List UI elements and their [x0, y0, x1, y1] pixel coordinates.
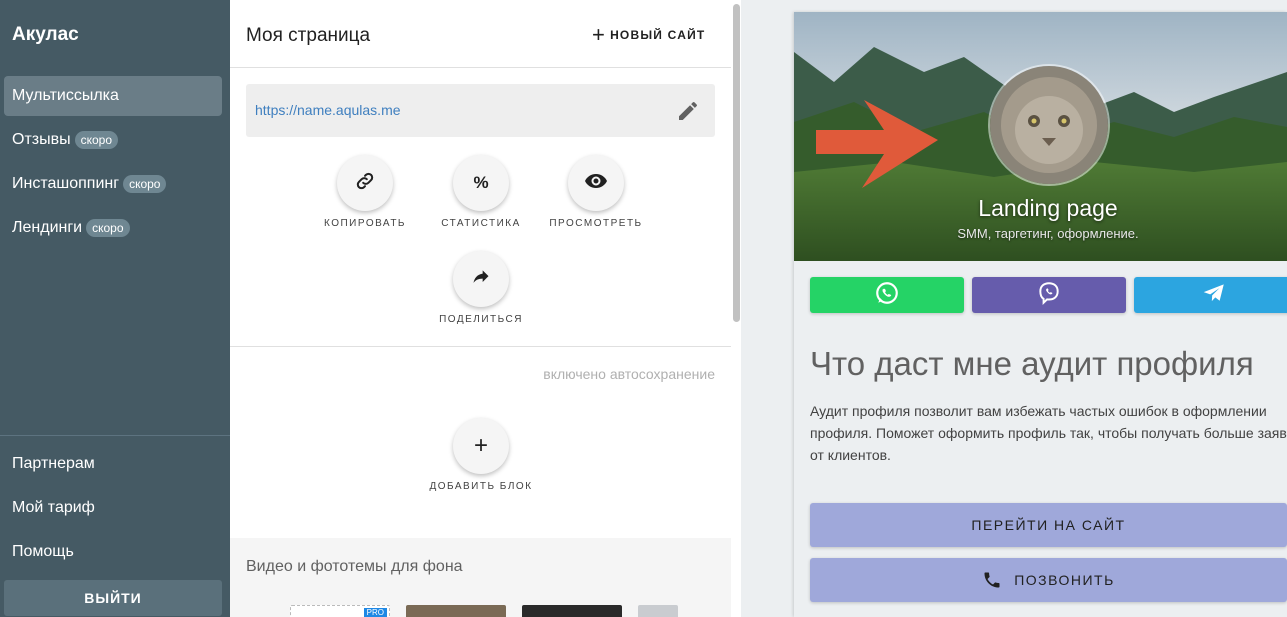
go-to-site-button[interactable]: ПЕРЕЙТИ НА САЙТ: [810, 503, 1287, 547]
section-description: Аудит профиля позволит вам избежать част…: [810, 403, 1287, 463]
sidebar-divider: [0, 435, 230, 436]
hero-subtitle: SMM, таргетинг, оформление.: [957, 226, 1139, 241]
add-block-action[interactable]: + ДОБАВИТЬ БЛОК: [426, 418, 536, 492]
share-icon: [471, 267, 491, 292]
sidebar-item-label: Инсташоппинг: [12, 175, 120, 192]
sidebar-item-label: Отзывы: [12, 131, 71, 148]
section-heading: Что даст мне аудит профиля: [810, 345, 1254, 382]
percent-icon: %: [473, 173, 489, 192]
share-label: ПОДЕЛИТЬСЯ: [439, 314, 523, 325]
soon-badge: скоро: [123, 175, 167, 193]
viber-icon: [1036, 280, 1062, 311]
new-site-label: НОВЫЙ САЙТ: [610, 28, 706, 42]
copy-button[interactable]: [337, 155, 393, 211]
link-icon: [354, 170, 376, 197]
backgrounds-title: Видео и фототемы для фона: [246, 558, 463, 575]
hero-title: Landing page: [978, 195, 1118, 221]
call-label: ПОЗВОНИТЬ: [1014, 572, 1115, 588]
view-label: ПРОСМОТРЕТЬ: [549, 218, 643, 229]
sidebar-item-label: Партнерам: [12, 455, 95, 472]
share-action[interactable]: ПОДЕЛИТЬСЯ: [426, 251, 536, 325]
stats-button[interactable]: %: [453, 155, 509, 211]
share-button[interactable]: [453, 251, 509, 307]
sidebar-item-partners[interactable]: Партнерам: [4, 444, 222, 484]
telegram-button[interactable]: [1134, 277, 1287, 313]
sidebar-item-label: Помощь: [12, 543, 74, 560]
sidebar-item-label: Мультиссылка: [12, 87, 119, 104]
sidebar-item-label: Лендинги: [12, 219, 83, 236]
sidebar-item-help[interactable]: Помощь: [4, 532, 222, 572]
page-url[interactable]: https://name.aqulas.me: [255, 102, 401, 118]
sidebar-item-label: Мой тариф: [12, 499, 95, 516]
avatar: [988, 64, 1110, 186]
brand-title: Акулас: [12, 24, 79, 45]
viber-button[interactable]: [972, 277, 1126, 313]
stats-action[interactable]: % СТАТИСТИКА: [426, 155, 536, 229]
plus-icon: +: [592, 22, 607, 47]
copy-label: КОПИРОВАТЬ: [324, 218, 406, 229]
editor-panel: Моя страница + НОВЫЙ САЙТ https://name.a…: [230, 0, 731, 617]
sidebar-item-tariff[interactable]: Мой тариф: [4, 488, 222, 528]
sidebar-item-landings[interactable]: Лендинги скоро: [4, 208, 222, 248]
app-root: Акулас Мультиссылка Отзывы скоро Инсташо…: [0, 0, 1287, 617]
plus-icon: +: [473, 432, 488, 459]
hero-banner: Landing page SMM, таргетинг, оформление.: [794, 12, 1287, 261]
view-action[interactable]: ПРОСМОТРЕТЬ: [541, 155, 651, 229]
add-block-label: ДОБАВИТЬ БЛОК: [429, 481, 533, 492]
logout-button[interactable]: ВЫЙТИ: [4, 580, 222, 616]
phone-icon: [982, 570, 1002, 590]
sidebar-item-reviews[interactable]: Отзывы скоро: [4, 120, 222, 160]
divider: [230, 67, 731, 68]
backgrounds-section: Видео и фототемы для фона PRO: [230, 538, 731, 617]
copy-action[interactable]: КОПИРОВАТЬ: [310, 155, 420, 229]
sidebar: Акулас Мультиссылка Отзывы скоро Инсташо…: [0, 0, 230, 617]
whatsapp-button[interactable]: [810, 277, 964, 313]
url-field[interactable]: https://name.aqulas.me: [246, 84, 715, 137]
background-thumbnail[interactable]: [406, 605, 506, 617]
stats-label: СТАТИСТИКА: [441, 218, 521, 229]
pencil-icon[interactable]: [676, 99, 700, 123]
whatsapp-icon: [874, 280, 900, 311]
autosave-status: включено автосохранение: [543, 366, 715, 382]
scrollbar[interactable]: [733, 4, 740, 322]
soon-badge: скоро: [74, 131, 119, 149]
call-button[interactable]: ПОЗВОНИТЬ: [810, 558, 1287, 602]
eye-icon: [584, 169, 608, 198]
sidebar-item-instashopping[interactable]: Инсташоппинг скоро: [4, 164, 222, 204]
add-block-button[interactable]: +: [453, 418, 509, 474]
soon-badge: скоро: [86, 219, 130, 237]
telegram-icon: [1201, 280, 1227, 311]
divider: [230, 346, 731, 347]
pro-badge: PRO: [363, 608, 387, 617]
background-thumbnail[interactable]: PRO: [290, 605, 390, 617]
go-to-site-label: ПЕРЕЙТИ НА САЙТ: [971, 517, 1126, 533]
page-title: Моя страница: [246, 25, 371, 46]
background-thumbnail[interactable]: [638, 605, 678, 617]
sidebar-item-multilink[interactable]: Мультиссылка: [4, 76, 222, 116]
new-site-button[interactable]: + НОВЫЙ САЙТ: [592, 22, 706, 47]
view-button[interactable]: [568, 155, 624, 211]
background-thumbnail[interactable]: [522, 605, 622, 617]
page-preview: Landing page SMM, таргетинг, оформление.…: [794, 12, 1287, 617]
